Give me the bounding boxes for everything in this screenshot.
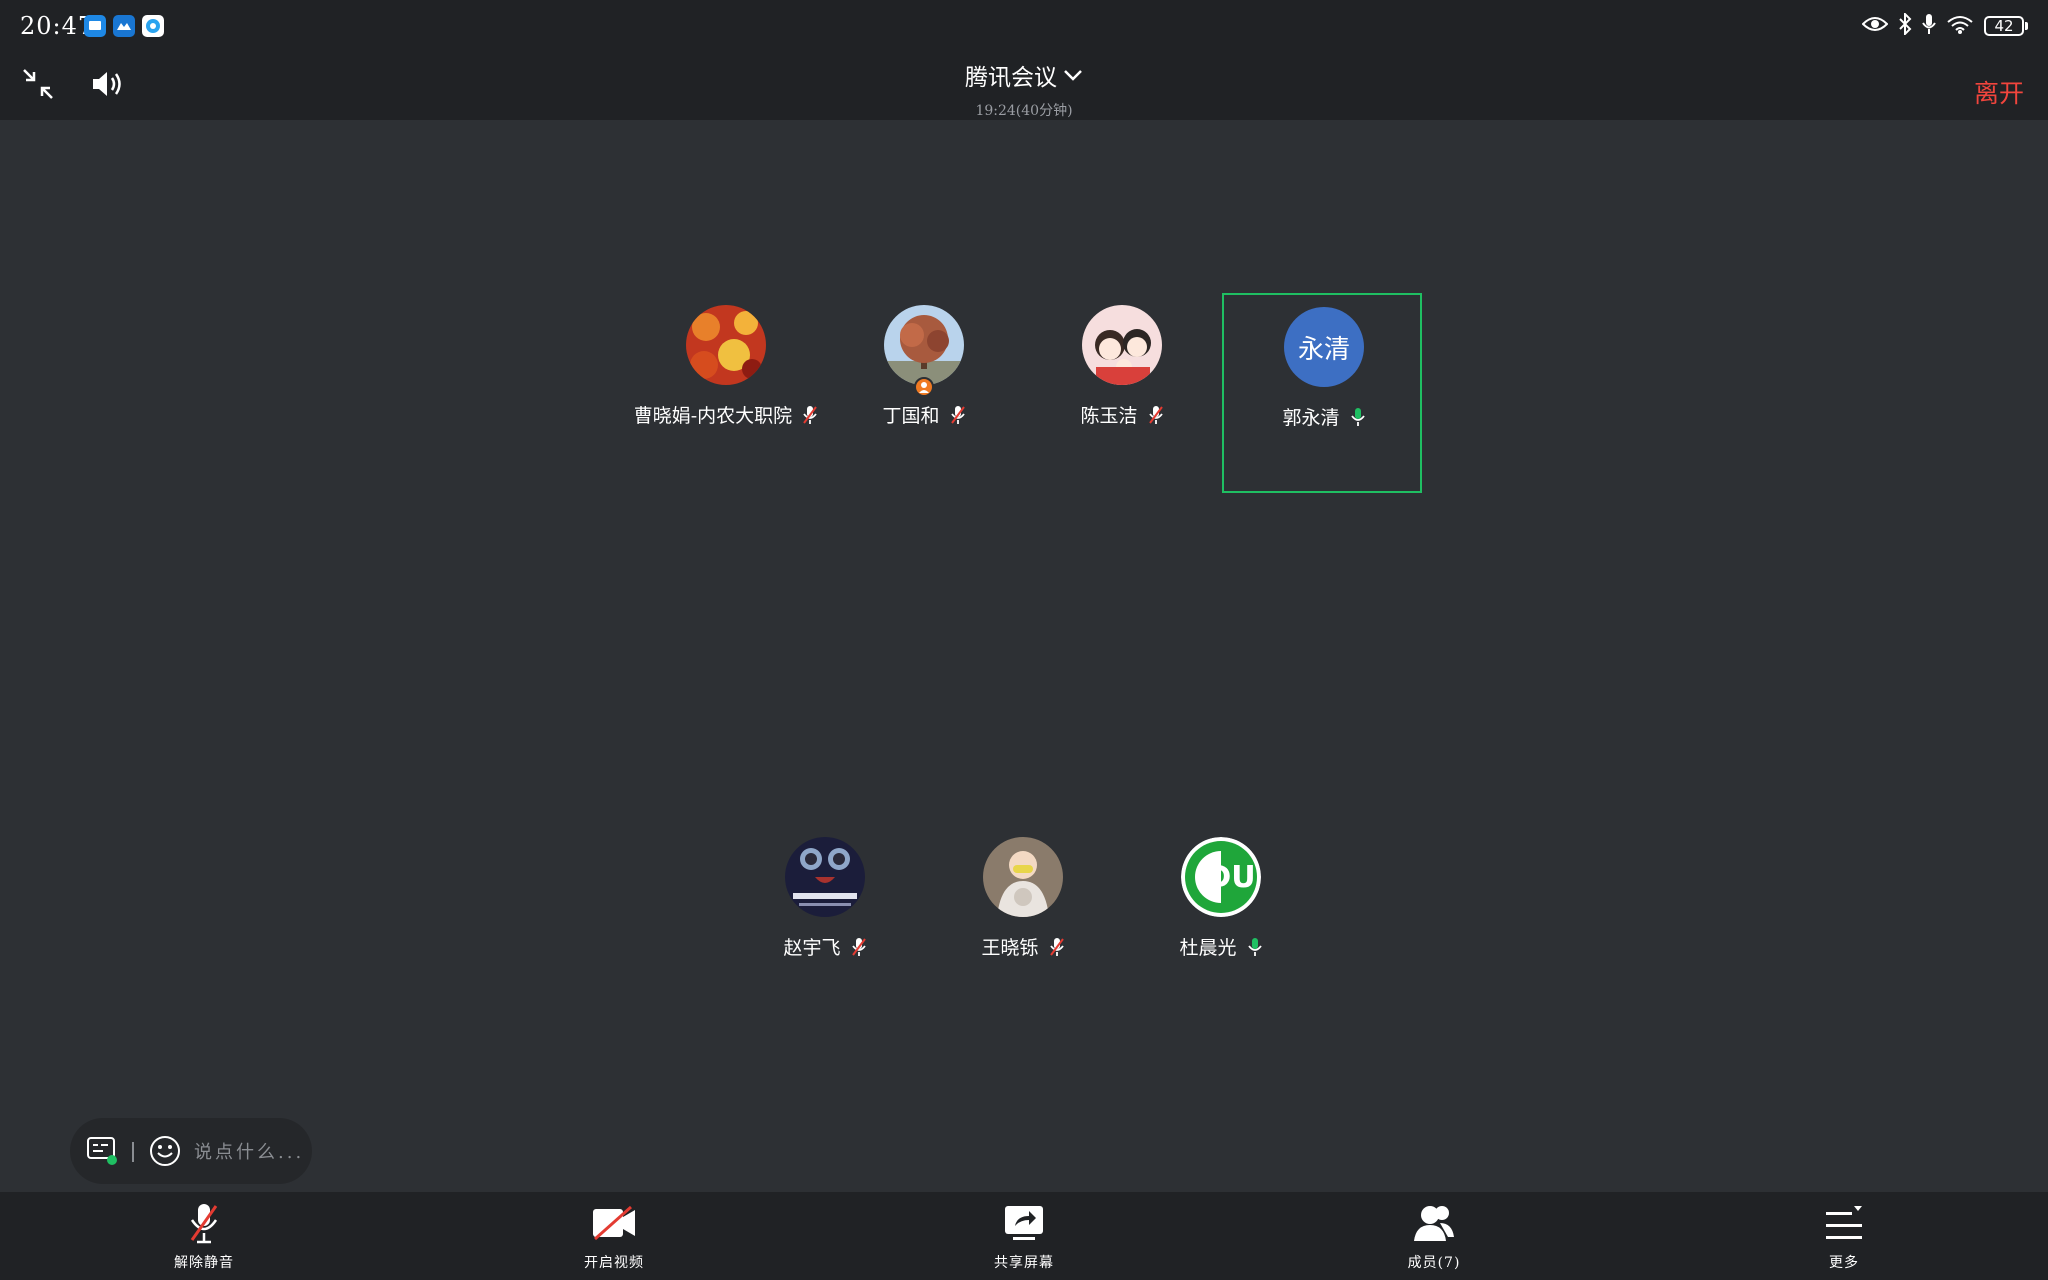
chat-placeholder[interactable]: 说点什么... bbox=[194, 1138, 304, 1164]
leave-button[interactable]: 离开 bbox=[1974, 74, 2024, 110]
participant-tile[interactable]: 王晓铄 bbox=[923, 825, 1123, 1025]
participant-name: 丁国和 bbox=[882, 405, 940, 427]
bottom-toolbar: 解除静音 开启视频 共享屏幕 成员(7) 更多 bbox=[0, 1192, 2048, 1280]
participant-name-row: 郭永清 bbox=[1164, 403, 1484, 432]
host-badge-icon bbox=[914, 377, 934, 397]
participant-name: 陈玉洁 bbox=[1080, 405, 1138, 427]
separator bbox=[132, 1142, 134, 1162]
avatar bbox=[785, 837, 865, 917]
participant-tile[interactable]: DU 杜晨光 bbox=[1121, 825, 1321, 1025]
mic-on-icon bbox=[1247, 937, 1263, 962]
unmute-button[interactable]: 解除静音 bbox=[124, 1204, 284, 1272]
share-screen-icon bbox=[1003, 1204, 1045, 1246]
members-label: 成员(7) bbox=[1407, 1255, 1461, 1271]
microphone-status-icon bbox=[1922, 13, 1936, 39]
tencent-meeting-app-icon bbox=[142, 15, 164, 37]
members-button[interactable]: 成员(7) bbox=[1354, 1204, 1514, 1272]
svg-text:DU: DU bbox=[1206, 860, 1255, 895]
avatar: 永清 bbox=[1284, 307, 1364, 387]
avatar bbox=[686, 305, 766, 385]
start-video-label: 开启视频 bbox=[584, 1255, 644, 1271]
video-off-icon bbox=[591, 1205, 637, 1245]
eye-icon bbox=[1861, 15, 1889, 37]
more-label: 更多 bbox=[1829, 1255, 1859, 1271]
share-screen-label: 共享屏幕 bbox=[994, 1255, 1054, 1271]
more-menu-icon bbox=[1824, 1204, 1864, 1246]
battery-indicator: 42 bbox=[1984, 16, 2028, 36]
mic-muted-icon bbox=[187, 1202, 221, 1248]
mic-muted-icon bbox=[1148, 405, 1164, 430]
chat-input-bar[interactable]: 说点什么... bbox=[70, 1118, 312, 1184]
avatar bbox=[884, 305, 964, 385]
meeting-title-dropdown[interactable]: 腾讯会议 bbox=[965, 58, 1083, 92]
emoji-icon[interactable] bbox=[148, 1134, 182, 1172]
cloud-app-icon bbox=[113, 15, 135, 37]
participant-name: 王晓铄 bbox=[981, 937, 1039, 959]
mic-on-icon bbox=[1350, 407, 1366, 432]
meeting-title: 腾讯会议 bbox=[965, 65, 1057, 91]
participant-name-row: 杜晨光 bbox=[1061, 933, 1381, 962]
more-button[interactable]: 更多 bbox=[1764, 1204, 1924, 1272]
message-app-icon bbox=[84, 15, 106, 37]
members-icon bbox=[1412, 1203, 1456, 1247]
participant-name: 赵宇飞 bbox=[783, 937, 841, 959]
avatar bbox=[1082, 305, 1162, 385]
unmute-label: 解除静音 bbox=[174, 1255, 234, 1271]
subtitles-toggle-icon[interactable] bbox=[86, 1136, 120, 1170]
bluetooth-icon bbox=[1898, 11, 1912, 39]
avatar: DU bbox=[1181, 837, 1261, 917]
share-screen-button[interactable]: 共享屏幕 bbox=[944, 1204, 1104, 1272]
system-status-icons: 42 bbox=[1861, 11, 2028, 39]
start-video-button[interactable]: 开启视频 bbox=[534, 1204, 694, 1272]
meeting-header: 腾讯会议 19:24(40分钟) 离开 bbox=[0, 52, 2048, 120]
status-bar: 20:47 42 bbox=[0, 0, 2048, 52]
participant-tile[interactable]: 丁国和 bbox=[824, 293, 1024, 493]
avatar bbox=[983, 837, 1063, 917]
participant-tile-active-speaker[interactable]: 永清 郭永清 bbox=[1222, 293, 1422, 493]
participant-tile[interactable]: 赵宇飞 bbox=[725, 825, 925, 1025]
participant-tile[interactable]: 曹晓娟-内农大职院 bbox=[626, 293, 826, 493]
participant-name: 杜晨光 bbox=[1179, 937, 1237, 959]
wifi-icon bbox=[1946, 14, 1974, 38]
participant-name: 郭永清 bbox=[1282, 407, 1340, 429]
meeting-duration: 19:24(40分钟) bbox=[975, 103, 1073, 119]
participant-tile[interactable]: 陈玉洁 bbox=[1022, 293, 1222, 493]
chevron-down-icon bbox=[1063, 62, 1083, 88]
